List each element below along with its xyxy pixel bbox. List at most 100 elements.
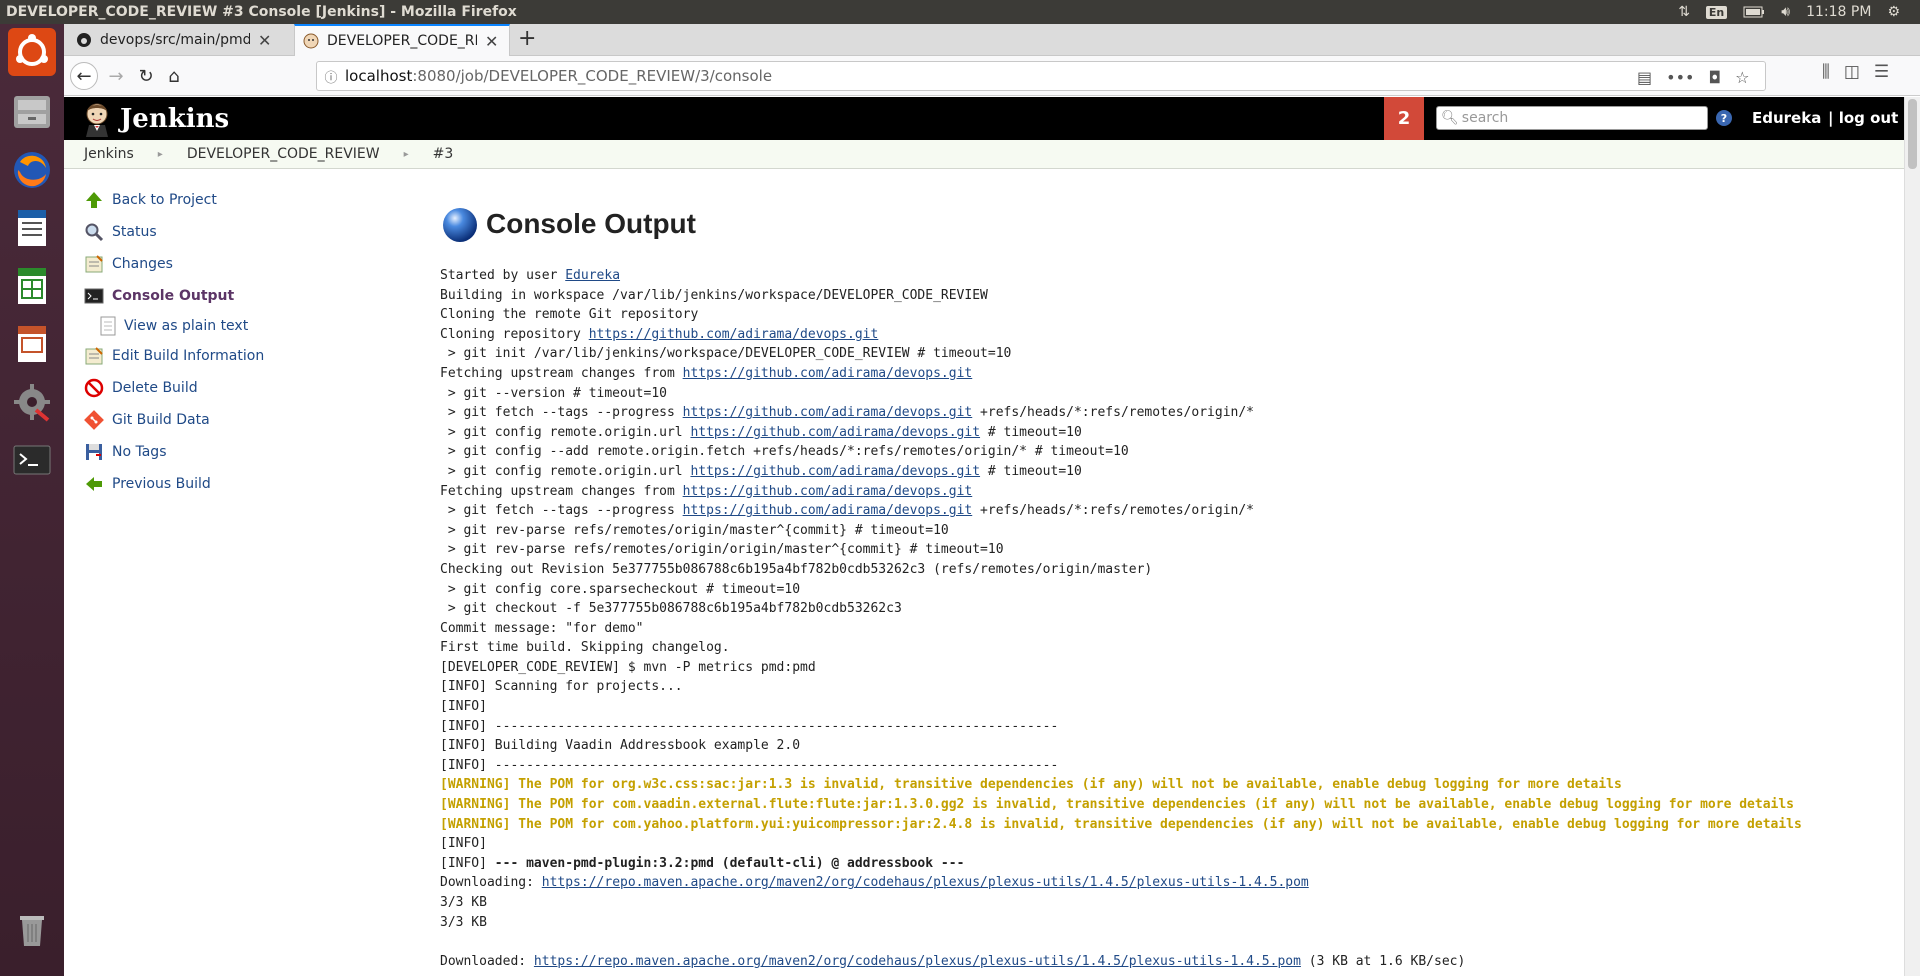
- console-text: Building in workspace /var/lib/jenkins/w…: [440, 287, 988, 303]
- firefox-icon[interactable]: [8, 146, 56, 194]
- impress-icon[interactable]: [8, 320, 56, 368]
- tab-strip: devops/src/main/pmd at ✕ DEVELOPER_CODE_…: [64, 24, 1920, 56]
- ubuntu-dash-icon[interactable]: [8, 28, 56, 76]
- console-link[interactable]: https://repo.maven.apache.org/maven2/org…: [542, 875, 1309, 890]
- jenkins-logo[interactable]: Jenkins: [82, 101, 229, 137]
- writer-icon[interactable]: [8, 204, 56, 252]
- system-gear-icon[interactable]: ⚙: [1887, 4, 1900, 20]
- reload-icon[interactable]: ↻: [132, 62, 160, 90]
- terminal-icon[interactable]: [8, 436, 56, 484]
- console-line: [INFO] Building Vaadin Addressbook examp…: [440, 736, 1900, 756]
- settings-icon[interactable]: [8, 378, 56, 426]
- console-line: [WARNING] The POM for org.w3c.css:sac:ja…: [440, 775, 1900, 795]
- console-link[interactable]: Edureka: [565, 268, 620, 283]
- console-text: Started by user: [440, 268, 566, 283]
- console-output: Started by user Edureka Building in works…: [440, 266, 1900, 971]
- site-info-icon[interactable]: ⓘ: [317, 67, 345, 86]
- console-line: > git fetch --tags --progress https://gi…: [440, 403, 1900, 423]
- console-link[interactable]: https://github.com/adirama/devops.git: [690, 425, 980, 440]
- launcher: [0, 24, 64, 976]
- console-line: > git config remote.origin.url https://g…: [440, 462, 1900, 482]
- console-text: Commit message: "for demo": [440, 620, 644, 636]
- console-line: > git rev-parse refs/remotes/origin/orig…: [440, 540, 1900, 560]
- calc-icon[interactable]: [8, 262, 56, 310]
- breadcrumb-job[interactable]: DEVELOPER_CODE_REVIEW: [187, 146, 380, 162]
- breadcrumb-build[interactable]: #3: [433, 146, 454, 162]
- document-icon: [98, 316, 118, 336]
- console-line: 3/3 KB: [440, 893, 1900, 913]
- sidebar-item-previous-build[interactable]: Previous Build: [82, 468, 402, 500]
- sidebar-item-status[interactable]: Status: [82, 216, 402, 248]
- console-line: [INFO] Scanning for projects...: [440, 677, 1900, 697]
- back-icon[interactable]: ←: [70, 62, 98, 90]
- pocket-icon[interactable]: ◘: [1708, 68, 1721, 87]
- sidebar-item-label: Delete Build: [112, 380, 198, 396]
- notification-badge[interactable]: 2: [1384, 97, 1424, 140]
- console-line: [INFO]: [440, 697, 1900, 717]
- home-icon[interactable]: ⌂: [160, 62, 188, 90]
- url-bar[interactable]: ⓘ localhost:8080/job/DEVELOPER_CODE_REVI…: [316, 61, 1766, 91]
- sidebar-item-view-plain-text[interactable]: View as plain text: [82, 312, 402, 340]
- console-link[interactable]: https://github.com/adirama/devops.git: [683, 366, 973, 381]
- breadcrumb-jenkins[interactable]: Jenkins: [84, 146, 134, 162]
- forward-icon[interactable]: →: [102, 62, 130, 90]
- no-entry-icon: [82, 376, 106, 400]
- files-icon[interactable]: [8, 88, 56, 136]
- search-input[interactable]: search: [1462, 110, 1509, 126]
- sidebar-toggle-icon[interactable]: ◫: [1844, 62, 1860, 82]
- search-icon: 🔍︎: [1441, 110, 1459, 126]
- battery-icon[interactable]: [1743, 6, 1765, 18]
- console-line: [INFO] --- maven-pmd-plugin:3.2:pmd (def…: [440, 854, 1900, 874]
- sidebar-item-changes[interactable]: Changes: [82, 248, 402, 280]
- search-box[interactable]: 🔍︎ search: [1436, 106, 1708, 130]
- sidebar-item-console-output[interactable]: Console Output: [82, 280, 402, 312]
- sidebar-item-git-build-data[interactable]: Git Build Data: [82, 404, 402, 436]
- bookmark-star-icon[interactable]: ☆: [1735, 68, 1749, 87]
- new-tab-icon[interactable]: +: [518, 26, 536, 51]
- sidebar-item-back-to-project[interactable]: Back to Project: [82, 184, 402, 216]
- volume-icon[interactable]: 🔊︎: [1781, 4, 1790, 20]
- console-text: > git rev-parse refs/remotes/origin/orig…: [440, 542, 1004, 558]
- sidebar-item-no-tags[interactable]: No Tags: [82, 436, 402, 468]
- trash-icon[interactable]: [8, 904, 56, 952]
- console-link[interactable]: https://github.com/adirama/devops.git: [683, 484, 973, 499]
- tab-jenkins-console[interactable]: DEVELOPER_CODE_REVIEW ✕: [294, 24, 510, 56]
- console-line: > git config --add remote.origin.fetch +…: [440, 442, 1900, 462]
- console-text: Downloaded:: [440, 953, 534, 969]
- keyboard-layout-indicator[interactable]: En: [1705, 5, 1728, 19]
- console-link[interactable]: https://github.com/adirama/devops.git: [690, 464, 980, 479]
- console-line: Downloading: https://repo.maven.apache.o…: [440, 873, 1900, 893]
- reader-view-icon[interactable]: ▤: [1637, 68, 1652, 87]
- console-line: Commit message: "for demo": [440, 619, 1900, 639]
- console-text: > git fetch --tags --progress: [440, 405, 683, 421]
- sidebar-item-edit-build-information[interactable]: Edit Build Information: [82, 340, 402, 372]
- library-icon[interactable]: ⫼: [1822, 62, 1830, 82]
- page-actions-icon[interactable]: •••: [1666, 68, 1694, 87]
- console-link[interactable]: https://github.com/adirama/devops.git: [683, 405, 973, 420]
- clock[interactable]: 11:18 PM: [1806, 4, 1871, 20]
- console-text: 3/3 KB: [440, 895, 487, 910]
- breadcrumb-chevron-icon[interactable]: ▸: [404, 149, 409, 160]
- console-line: [440, 932, 1900, 952]
- scrollbar-thumb[interactable]: [1908, 99, 1917, 169]
- console-text: --- maven-pmd-plugin:3.2:pmd (default-cl…: [494, 855, 965, 871]
- help-icon[interactable]: ?: [1716, 110, 1732, 126]
- console-line: [INFO]: [440, 834, 1900, 854]
- page-scrollbar[interactable]: [1904, 97, 1920, 976]
- console-line: Cloning repository https://github.com/ad…: [440, 325, 1900, 345]
- logout-link[interactable]: | log out: [1828, 109, 1898, 127]
- console-line: > git init /var/lib/jenkins/workspace/DE…: [440, 344, 1900, 364]
- tab-devops-github[interactable]: devops/src/main/pmd at ✕: [68, 24, 294, 56]
- close-icon[interactable]: ✕: [258, 31, 271, 50]
- menu-icon[interactable]: ☰: [1874, 62, 1889, 82]
- breadcrumb-chevron-icon[interactable]: ▸: [158, 149, 163, 160]
- floppy-save-icon: [82, 440, 106, 464]
- console-link[interactable]: https://repo.maven.apache.org/maven2/org…: [534, 954, 1301, 969]
- console-link[interactable]: https://github.com/adirama/devops.git: [683, 503, 973, 518]
- network-icon[interactable]: ⇅: [1678, 4, 1690, 20]
- close-icon[interactable]: ✕: [485, 32, 498, 51]
- sidebar-item-delete-build[interactable]: Delete Build: [82, 372, 402, 404]
- console-link[interactable]: https://github.com/adirama/devops.git: [589, 327, 879, 342]
- user-link[interactable]: Edureka: [1752, 109, 1821, 127]
- console-line: > git rev-parse refs/remotes/origin/mast…: [440, 521, 1900, 541]
